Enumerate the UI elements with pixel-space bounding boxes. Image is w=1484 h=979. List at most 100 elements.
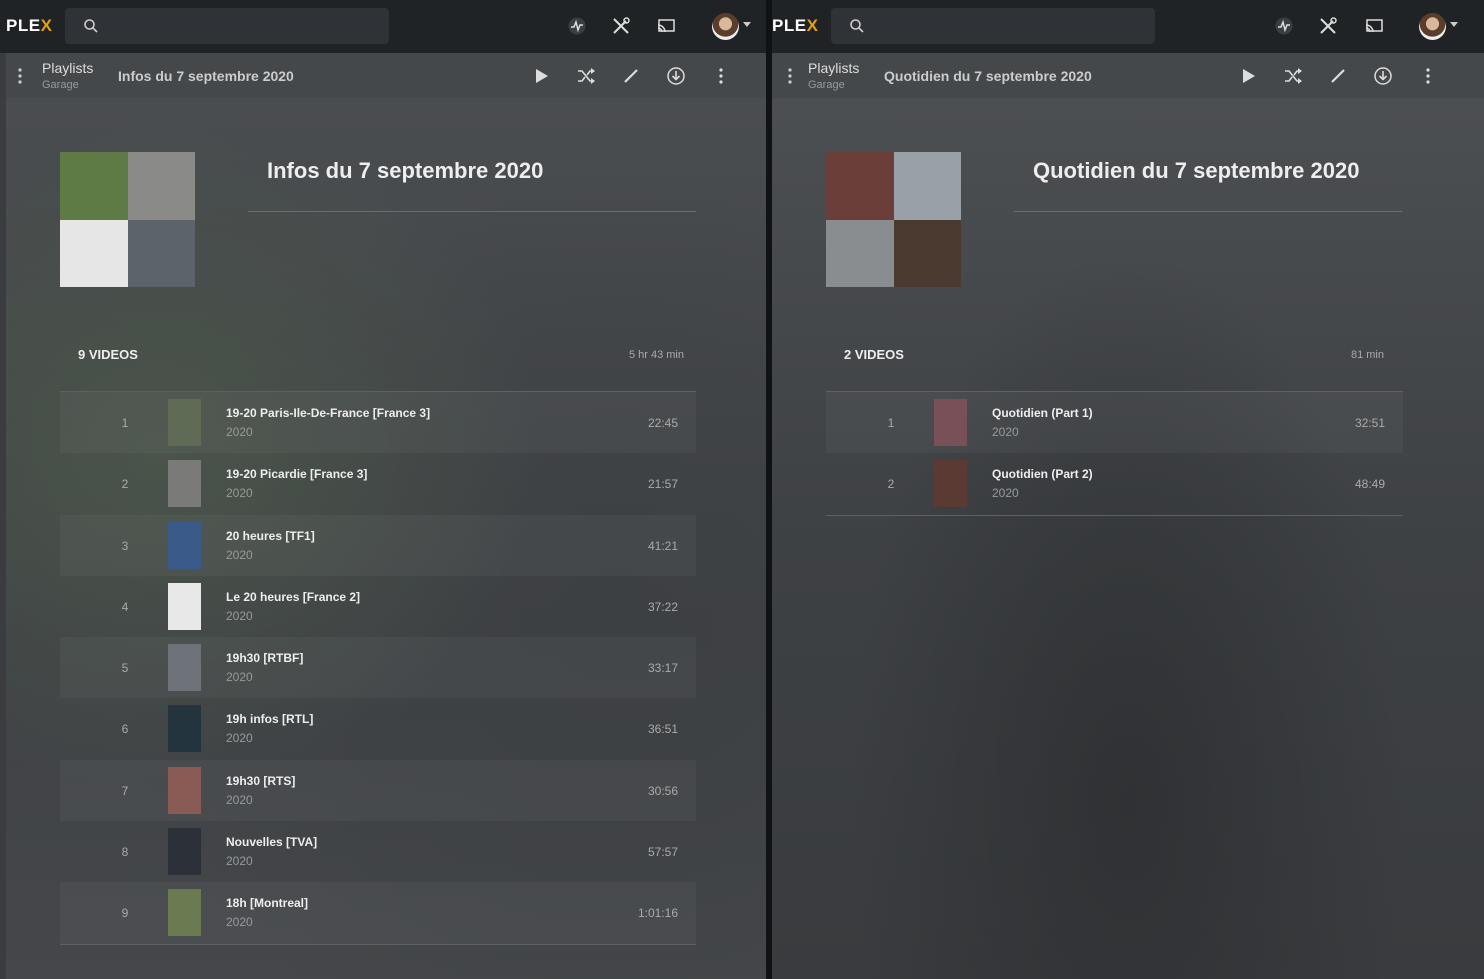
play-icon[interactable] — [531, 66, 551, 86]
user-avatar[interactable] — [712, 13, 739, 40]
video-duration: 36:51 — [647, 722, 678, 737]
video-row[interactable]: 5 19h30 [RTBF] 2020 33:17 — [60, 637, 696, 699]
playlist-content: Infos du 7 septembre 2020 9 VIDEOS 5 hr … — [6, 98, 766, 979]
top-bar: PLEX — [772, 0, 1484, 53]
video-thumbnail[interactable] — [934, 399, 967, 446]
track-number: 8 — [121, 845, 129, 860]
video-thumbnail[interactable] — [168, 399, 201, 446]
breadcrumb-playlists[interactable]: Playlists — [42, 60, 93, 76]
play-icon[interactable] — [1238, 66, 1258, 86]
video-list: 1 Quotidien (Part 1) 2020 32:51 2 Quotidien (… — [826, 391, 1403, 516]
plex-logo[interactable]: PLEX — [6, 16, 52, 36]
user-avatar[interactable] — [1419, 13, 1446, 40]
cast-icon[interactable] — [1364, 16, 1384, 36]
video-thumbnail[interactable] — [168, 889, 201, 937]
video-title[interactable]: 20 heures [TF1] — [226, 529, 315, 543]
video-duration: 37:22 — [647, 599, 678, 614]
title-divider — [248, 211, 696, 212]
video-thumbnail[interactable] — [934, 460, 967, 508]
video-row[interactable]: 2 Quotidien (Part 2) 2020 48:49 — [826, 453, 1403, 514]
poster-tile — [127, 152, 195, 220]
track-number: 2 — [887, 477, 895, 492]
more-vertical-icon[interactable] — [788, 68, 792, 84]
video-row[interactable]: 4 Le 20 heures [France 2] 2020 37:22 — [60, 576, 696, 637]
breadcrumb-playlists[interactable]: Playlists — [808, 60, 859, 76]
video-thumbnail[interactable] — [168, 521, 201, 569]
video-year: 2020 — [226, 486, 253, 501]
video-row[interactable]: 9 18h [Montreal] 2020 1:01:16 — [60, 882, 696, 944]
track-number: 3 — [121, 538, 129, 553]
video-thumbnail[interactable] — [168, 766, 201, 814]
search-input[interactable] — [65, 8, 389, 44]
video-title[interactable]: 19h30 [RTS] — [226, 774, 295, 788]
poster-tile — [60, 152, 128, 220]
download-icon[interactable] — [666, 66, 686, 86]
video-year: 2020 — [226, 547, 253, 562]
track-number: 4 — [121, 599, 129, 614]
search-icon — [84, 19, 98, 33]
video-duration: 57:57 — [647, 845, 678, 860]
left-pane: PLEX Playlists Garage Infos du 7 septemb… — [0, 0, 766, 979]
edit-icon[interactable] — [621, 66, 641, 86]
shuffle-icon[interactable] — [1283, 66, 1303, 86]
cast-icon[interactable] — [656, 16, 676, 36]
video-row[interactable]: 6 19h infos [RTL] 2020 36:51 — [60, 698, 696, 759]
video-title[interactable]: 19-20 Picardie [France 3] — [226, 467, 367, 481]
video-thumbnail[interactable] — [168, 705, 201, 753]
title-divider — [1014, 211, 1402, 212]
video-duration: 32:51 — [1354, 416, 1385, 430]
video-year: 2020 — [992, 486, 1019, 501]
edit-icon[interactable] — [1328, 66, 1348, 86]
playlist-poster — [826, 152, 961, 287]
video-year: 2020 — [226, 915, 253, 930]
settings-tools-icon[interactable] — [1318, 16, 1338, 36]
top-bar: PLEX — [0, 0, 766, 53]
video-title[interactable]: 19-20 Paris-Ile-De-France [France 3] — [226, 406, 430, 420]
chevron-down-icon[interactable] — [1450, 22, 1458, 27]
search-input[interactable] — [831, 8, 1155, 44]
video-title[interactable]: Quotidien (Part 2) — [992, 467, 1093, 481]
video-year: 2020 — [226, 425, 253, 439]
video-row[interactable]: 3 20 heures [TF1] 2020 41:21 — [60, 514, 696, 576]
more-vertical-icon[interactable] — [1418, 66, 1438, 86]
breadcrumb-library[interactable]: Garage — [808, 79, 845, 91]
video-row[interactable]: 2 19-20 Picardie [France 3] 2020 21:57 — [60, 453, 696, 514]
track-number: 9 — [121, 906, 129, 921]
more-vertical-icon[interactable] — [18, 68, 22, 84]
video-thumbnail[interactable] — [168, 582, 201, 630]
playlist-content: Quotidien du 7 septembre 2020 2 VIDEOS 8… — [772, 98, 1484, 979]
video-thumbnail[interactable] — [168, 460, 201, 508]
download-icon[interactable] — [1373, 66, 1393, 86]
video-title[interactable]: Nouvelles [TVA] — [226, 835, 317, 849]
search-icon — [850, 19, 864, 33]
video-thumbnail[interactable] — [168, 828, 201, 876]
shuffle-icon[interactable] — [576, 66, 596, 86]
toolbar-title: Quotidien du 7 septembre 2020 — [884, 68, 1092, 84]
video-row[interactable]: 1 Quotidien (Part 1) 2020 32:51 — [826, 392, 1403, 454]
video-title[interactable]: 18h [Montreal] — [226, 896, 308, 910]
video-year: 2020 — [992, 425, 1019, 439]
video-title[interactable]: Quotidien (Part 1) — [992, 406, 1093, 420]
video-duration: 22:45 — [647, 416, 678, 430]
chevron-down-icon[interactable] — [743, 22, 751, 27]
video-duration: 30:56 — [647, 783, 678, 798]
video-row[interactable]: 1 19-20 Paris-Ile-De-France [France 3] 202… — [60, 392, 696, 454]
playlist-title: Infos du 7 septembre 2020 — [267, 158, 544, 183]
total-duration: 81 min — [1350, 349, 1384, 361]
video-title[interactable]: 19h30 [RTBF] — [226, 651, 303, 665]
video-thumbnail[interactable] — [168, 644, 201, 692]
playlist-poster — [60, 152, 195, 287]
video-year: 2020 — [226, 608, 253, 623]
video-row[interactable]: 8 Nouvelles [TVA] 2020 57:57 — [60, 821, 696, 882]
settings-tools-icon[interactable] — [611, 16, 631, 36]
plex-logo[interactable]: PLEX — [772, 16, 818, 36]
video-duration: 21:57 — [647, 477, 678, 492]
activity-icon[interactable] — [1274, 16, 1294, 36]
video-title[interactable]: 19h infos [RTL] — [226, 712, 313, 726]
video-title[interactable]: Le 20 heures [France 2] — [226, 590, 360, 604]
total-duration: 5 hr 43 min — [628, 349, 684, 361]
video-row[interactable]: 7 19h30 [RTS] 2020 30:56 — [60, 759, 696, 822]
breadcrumb-library[interactable]: Garage — [42, 79, 79, 91]
more-vertical-icon[interactable] — [711, 66, 731, 86]
activity-icon[interactable] — [567, 16, 587, 36]
